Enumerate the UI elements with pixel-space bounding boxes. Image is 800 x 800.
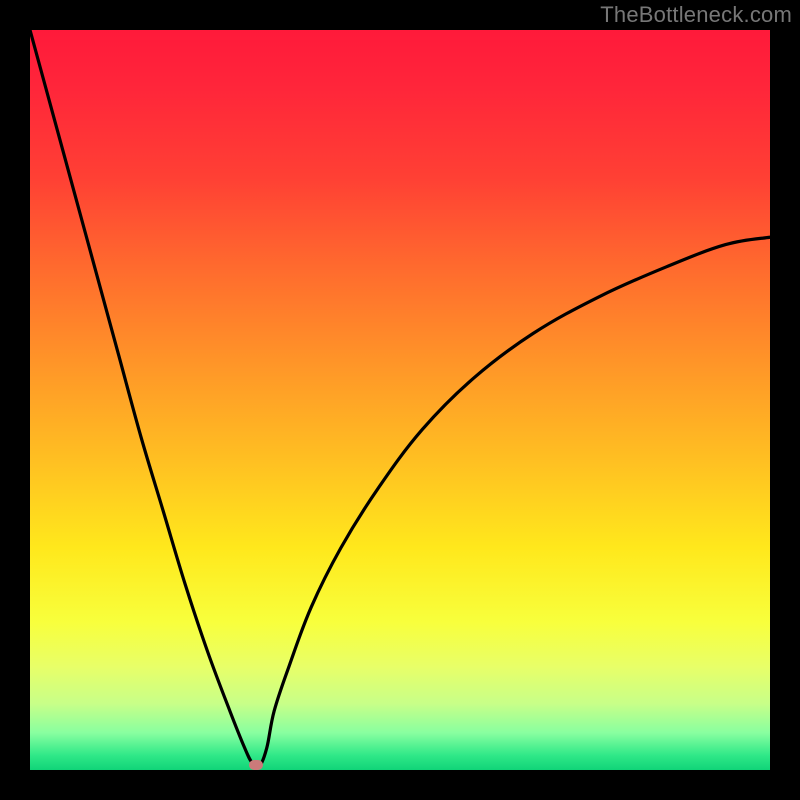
bottleneck-curve [30,30,770,770]
optimal-point-marker [249,760,263,770]
plot-area [30,30,770,770]
watermark-text: TheBottleneck.com [600,2,792,28]
chart-frame: TheBottleneck.com [0,0,800,800]
